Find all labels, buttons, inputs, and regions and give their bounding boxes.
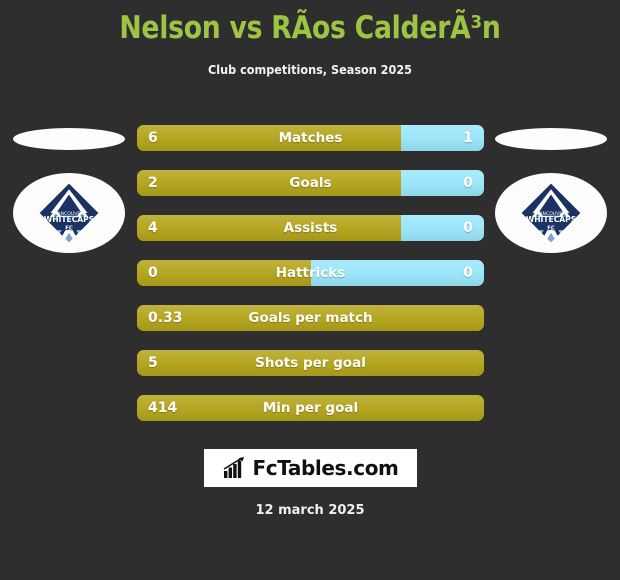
stat-value-away: 0 [463, 220, 473, 236]
stat-row: 0.33 Goals per match [137, 305, 484, 331]
stat-label: Goals per match [248, 310, 373, 326]
stat-label: Matches [278, 130, 343, 146]
page-title: Nelson vs RÃ­os CalderÃ³n [119, 10, 501, 46]
badge-line2: WHITECAPS [526, 215, 576, 224]
stat-row: 414 Min per goal [137, 395, 484, 421]
stat-row: 4 Assists 0 [137, 215, 484, 241]
stat-value-away: 0 [463, 175, 473, 191]
fctables-brand-text: FcTables.com [252, 456, 399, 480]
badge-line3: FC [65, 226, 73, 232]
stat-label: Hattricks [275, 265, 346, 281]
bar-chart-arrow-icon [223, 457, 244, 478]
badge-line2: WHITECAPS [44, 215, 94, 224]
whitecaps-logo-icon: VANCOUVER WHITECAPS FC [519, 181, 583, 245]
away-team-badge: VANCOUVER WHITECAPS FC [495, 173, 607, 253]
stat-row: 5 Shots per goal [137, 350, 484, 376]
page-header: Nelson vs RÃ­os CalderÃ³n Club competiti… [0, 0, 620, 77]
whitecaps-logo-icon: VANCOUVER WHITECAPS FC [37, 181, 101, 245]
stat-value-away: 1 [463, 130, 473, 146]
stat-row: 6 Matches 1 [137, 125, 484, 151]
report-date: 12 march 2025 [255, 503, 365, 518]
stat-label: Goals [289, 175, 332, 191]
page-subtitle: Club competitions, Season 2025 [208, 62, 412, 77]
stat-label: Min per goal [262, 400, 359, 416]
home-team-badge: VANCOUVER WHITECAPS FC [13, 173, 125, 253]
stat-value-away: 0 [463, 265, 473, 281]
stat-row: 2 Goals 0 [137, 170, 484, 196]
stat-row: 0 Hattricks 0 [137, 260, 484, 286]
fctables-logo[interactable]: FcTables.com [204, 449, 417, 487]
badge-line3: FC [547, 226, 555, 232]
decorative-ellipse-left [13, 128, 125, 150]
stat-label: Assists [283, 220, 338, 236]
decorative-ellipse-right [495, 128, 607, 150]
stat-label: Shots per goal [255, 355, 366, 371]
stats-comparison-list: 6 Matches 1 2 Goals 0 4 Assists 0 0 Hattricks 0 0.33… [137, 125, 484, 440]
